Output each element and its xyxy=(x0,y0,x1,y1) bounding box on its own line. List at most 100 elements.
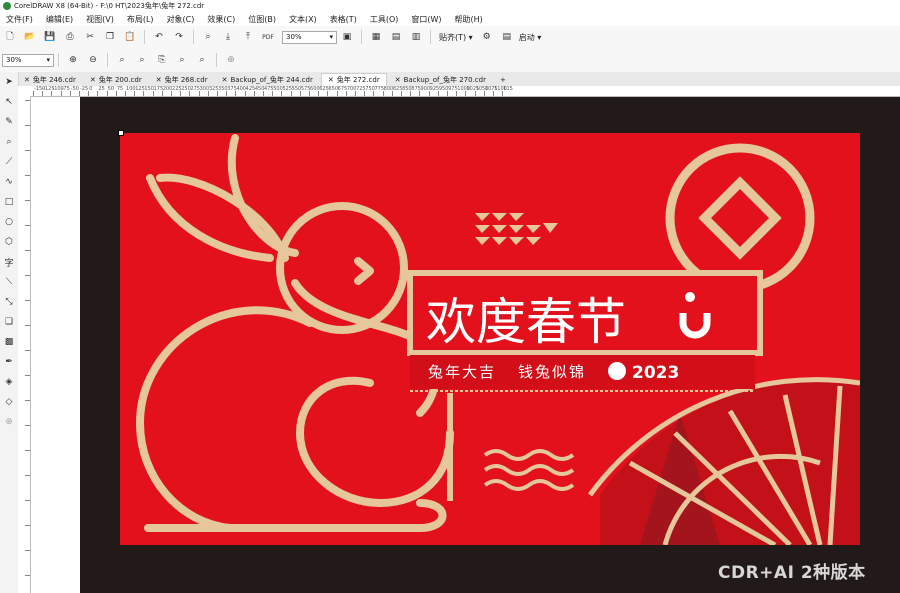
show-grid-icon[interactable]: ▤ xyxy=(389,30,403,44)
document-tab[interactable]: ✕ 兔年 272.cdr xyxy=(320,73,387,86)
drop-shadow-icon[interactable]: ❏ xyxy=(0,312,18,332)
menu-item[interactable]: 窗口(W) xyxy=(411,14,441,25)
zoom-to-selected-icon[interactable]: ⌕ xyxy=(115,53,129,67)
separator xyxy=(193,30,194,44)
application-launcher-icon[interactable]: ▤ xyxy=(500,30,514,44)
interactive-fill-icon[interactable]: ◈ xyxy=(0,372,18,392)
close-tab-icon[interactable]: ✕ xyxy=(395,76,401,84)
add-tool-icon[interactable]: ⊕ xyxy=(0,412,18,432)
close-tab-icon[interactable]: ✕ xyxy=(156,76,162,84)
smart-fill-icon[interactable]: ◇ xyxy=(0,392,18,412)
year-text[interactable]: 2023 xyxy=(632,363,679,383)
separator xyxy=(361,30,362,44)
ellipse-tool-icon[interactable]: ○ xyxy=(0,212,18,232)
options-gear-icon[interactable]: ⚙ xyxy=(480,30,494,44)
headline-text[interactable]: 欢度春节 xyxy=(426,293,626,351)
paste-icon[interactable]: 📋 xyxy=(123,30,137,44)
ruler-tick-mark xyxy=(281,91,283,96)
document-tab[interactable]: ✕ 兔年 200.cdr xyxy=(84,74,148,86)
document-tab[interactable]: ✕ Backup_of_兔年 244.cdr xyxy=(216,74,319,86)
zoom-to-all-objects-icon[interactable]: ⌕ xyxy=(135,53,149,67)
ruler-tick-mark xyxy=(364,91,366,96)
close-tab-icon[interactable]: ✕ xyxy=(222,76,228,84)
menu-item[interactable]: 工具(O) xyxy=(370,14,399,25)
menu-item[interactable]: 文本(X) xyxy=(289,14,317,25)
selection-handle[interactable] xyxy=(118,130,124,136)
artwork-canvas[interactable]: 欢度春节 兔年大吉 钱兔似锦 2023 xyxy=(120,133,860,545)
connector-tool-icon[interactable]: ⤡ xyxy=(0,292,18,312)
redo-icon[interactable]: ↷ xyxy=(172,30,186,44)
ruler-tick-mark xyxy=(483,91,485,96)
print-icon[interactable]: ⎙ xyxy=(63,30,77,44)
ruler-tick-mark xyxy=(25,500,30,501)
ruler-tick-mark xyxy=(25,200,30,201)
toolbox: ➤ ↖ ✎ ⌕ ⟋ ∿ □ ○ ⬡ 字 ⟍ ⤡ ❏ ▩ ✒ ◈ ◇ ⊕ xyxy=(0,72,19,593)
pick-tool-icon[interactable]: ➤ xyxy=(0,72,18,92)
artistic-media-icon[interactable]: ∿ xyxy=(0,172,18,192)
close-tab-icon[interactable]: ✕ xyxy=(90,76,96,84)
menu-item[interactable]: 视图(V) xyxy=(86,14,114,25)
menu-item[interactable]: 编辑(E) xyxy=(46,14,73,25)
ruler-tick-label: -75 xyxy=(61,86,70,92)
subline-right-text[interactable]: 钱兔似锦 xyxy=(518,363,586,381)
menu-item[interactable]: 帮助(H) xyxy=(455,14,483,25)
ruler-tick-mark xyxy=(290,91,292,96)
show-rulers-icon[interactable]: ▦ xyxy=(369,30,383,44)
save-icon[interactable]: 💾 xyxy=(43,30,57,44)
freehand-tool-icon[interactable]: ⟋ xyxy=(0,152,18,172)
launch-menu[interactable]: 启动 ▾ xyxy=(519,32,542,43)
close-tab-icon[interactable]: ✕ xyxy=(24,76,30,84)
close-tab-icon[interactable]: ✕ xyxy=(328,76,334,84)
undo-icon[interactable]: ↶ xyxy=(152,30,166,44)
document-tab[interactable]: ✕ Backup_of_兔年 270.cdr xyxy=(389,74,492,86)
ruler-tick-label: -25 xyxy=(80,86,89,92)
new-tab-icon[interactable]: + xyxy=(494,74,512,86)
zoom-to-page-width-icon[interactable]: ⌕ xyxy=(175,53,189,67)
cut-icon[interactable]: ✂ xyxy=(83,30,97,44)
transparency-tool-icon[interactable]: ▩ xyxy=(0,332,18,352)
subline-left-text[interactable]: 兔年大吉 xyxy=(428,363,496,381)
zoom-to-page-icon[interactable]: ⎘ xyxy=(155,53,169,67)
ruler-tick-mark xyxy=(419,91,421,96)
zoom-levels-combo[interactable]: 30% ▾ xyxy=(2,53,54,67)
new-document-icon[interactable]: 🗋 xyxy=(3,30,17,44)
text-tool-icon[interactable]: 字 xyxy=(0,252,18,272)
menu-item[interactable]: 文件(F) xyxy=(6,14,33,25)
horizontal-ruler[interactable]: -150 -125 -100 -75 -50 -25 0 25 50 75 100 125 150 175… xyxy=(30,86,900,97)
snap-to-menu[interactable]: 贴齐(T) ▾ xyxy=(439,32,473,43)
document-tab[interactable]: ✕ 兔年 246.cdr xyxy=(18,74,82,86)
document-tab[interactable]: ✕ 兔年 268.cdr xyxy=(150,74,214,86)
ruler-tick-mark xyxy=(25,525,30,526)
menu-item[interactable]: 对象(C) xyxy=(167,14,195,25)
search-content-icon[interactable]: ⌕ xyxy=(201,30,215,44)
parallel-dimension-icon[interactable]: ⟍ xyxy=(0,272,18,292)
eyedropper-icon[interactable]: ✒ xyxy=(0,352,18,372)
menu-item[interactable]: 位图(B) xyxy=(248,14,276,25)
export-pdf-icon[interactable]: PDF xyxy=(261,30,275,44)
zoom-in-icon[interactable]: ⊕ xyxy=(66,53,80,67)
shape-tool-icon[interactable]: ↖ xyxy=(0,92,18,112)
ruler-tick-mark xyxy=(272,91,274,96)
zoom-to-page-height-icon[interactable]: ⌕ xyxy=(195,53,209,67)
separator xyxy=(107,53,108,67)
polygon-tool-icon[interactable]: ⬡ xyxy=(0,232,18,252)
zoom-out-icon[interactable]: ⊖ xyxy=(86,53,100,67)
full-screen-preview-icon[interactable]: ▣ xyxy=(340,30,354,44)
import-icon[interactable]: ⤓ xyxy=(221,30,235,44)
menu-item[interactable]: 布局(L) xyxy=(127,14,154,25)
zoom-tool-icon[interactable]: ⌕ xyxy=(0,132,18,152)
ruler-tick-mark xyxy=(327,91,329,96)
menu-item[interactable]: 效果(C) xyxy=(207,14,235,25)
vertical-ruler[interactable] xyxy=(18,96,31,593)
open-folder-icon[interactable]: 📂 xyxy=(23,30,37,44)
export-icon[interactable]: ⤒ xyxy=(241,30,255,44)
ruler-tick-mark xyxy=(25,425,30,426)
show-guidelines-icon[interactable]: ▥ xyxy=(409,30,423,44)
copy-icon[interactable]: ❐ xyxy=(103,30,117,44)
menu-item[interactable]: 表格(T) xyxy=(330,14,357,25)
ruler-tick-label: 25 xyxy=(98,86,105,92)
crop-tool-icon[interactable]: ✎ xyxy=(0,112,18,132)
add-zoom-icon[interactable]: ⊕ xyxy=(224,53,238,67)
zoom-level-combo[interactable]: 30% ▾ xyxy=(282,30,337,44)
rectangle-tool-icon[interactable]: □ xyxy=(0,192,18,212)
